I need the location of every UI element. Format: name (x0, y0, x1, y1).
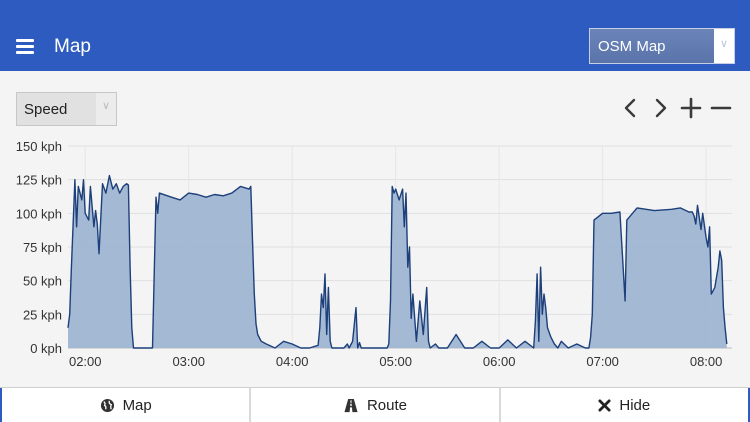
y-tick-label: 75 kph (23, 240, 62, 255)
page-title: Map (54, 36, 91, 57)
chevron-left-icon[interactable] (619, 96, 643, 120)
map-layer-select[interactable]: OSM Map ∨ (589, 28, 735, 64)
chevron-right-icon[interactable] (648, 96, 672, 120)
minus-icon[interactable] (709, 96, 733, 120)
menu-icon[interactable] (16, 37, 34, 54)
x-tick-label: 04:00 (276, 354, 309, 369)
map-button[interactable]: Map (0, 388, 249, 422)
map-button-label: Map (122, 396, 152, 414)
x-tick-label: 08:00 (690, 354, 723, 369)
x-tick-label: 02:00 (69, 354, 102, 369)
y-tick-label: 150 kph (16, 139, 62, 154)
y-tick-label: 25 kph (23, 307, 62, 322)
x-tick-label: 06:00 (483, 354, 516, 369)
plus-icon[interactable] (679, 96, 703, 120)
x-tick-label: 05:00 (379, 354, 412, 369)
app-header: Map OSM Map ∨ (0, 0, 750, 71)
metric-select[interactable]: Speed ∨ (16, 92, 117, 126)
y-tick-label: 0 kph (30, 341, 62, 356)
x-tick-label: 03:00 (172, 354, 205, 369)
bottom-toolbar: Map Route Hide (0, 387, 750, 422)
hide-button[interactable]: Hide (498, 388, 750, 422)
map-layer-value: OSM Map (598, 38, 666, 55)
chevron-down-icon: ∨ (714, 29, 734, 63)
chevron-down-icon: ∨ (96, 93, 116, 125)
metric-value: Speed (24, 101, 68, 118)
x-tick-label: 07:00 (586, 354, 619, 369)
y-tick-label: 100 kph (16, 206, 62, 221)
y-tick-label: 50 kph (23, 274, 62, 289)
series-area (68, 175, 727, 348)
route-button-label: Route (366, 396, 407, 414)
y-tick-label: 125 kph (16, 173, 62, 188)
hide-button-label: Hide (619, 396, 651, 414)
speed-chart: 0 kph 25 kph 50 kph 75 kph 100 kph 125 kph 150… (16, 139, 732, 369)
close-icon (598, 398, 611, 412)
globe-icon (100, 398, 115, 413)
road-icon (343, 398, 359, 413)
route-button[interactable]: Route (249, 388, 498, 422)
